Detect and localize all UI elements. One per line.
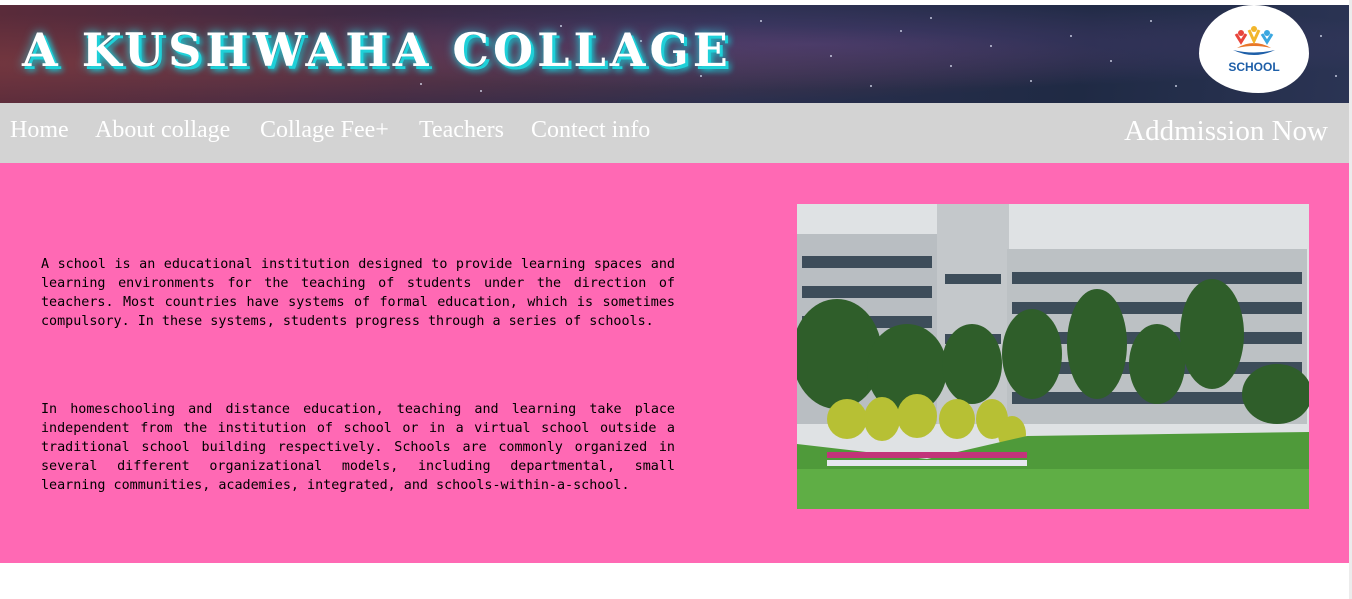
logo-text: SCHOOL xyxy=(1228,60,1280,74)
main-content: A school is an educational institution d… xyxy=(0,163,1349,563)
site-title: A KUSHWAHA COLLAGE xyxy=(22,23,732,77)
intro-paragraph: A school is an educational institution d… xyxy=(41,257,675,329)
nav-item-collage-fee[interactable]: Collage Fee+ xyxy=(260,117,389,144)
nav-item-home[interactable]: Home xyxy=(10,117,69,144)
nav-item-about-collage[interactable]: About collage xyxy=(95,117,230,144)
admission-now-button[interactable]: Addmission Now xyxy=(1124,115,1328,148)
college-building-photo xyxy=(797,204,1309,509)
school-logo[interactable]: SCHOOL xyxy=(1199,5,1309,93)
school-children-logo-icon xyxy=(1233,26,1275,55)
main-nav: Home About collage Collage Fee+ Teachers… xyxy=(0,103,1349,163)
nav-item-contect-info[interactable]: Contect info xyxy=(531,117,650,144)
header-banner: A KUSHWAHA COLLAGE SCHOOL xyxy=(0,5,1349,103)
page: A KUSHWAHA COLLAGE SCHOOL Home About col… xyxy=(0,0,1352,599)
nav-item-teachers[interactable]: Teachers xyxy=(419,117,504,144)
second-paragraph: In homeschooling and distance education,… xyxy=(41,402,675,493)
